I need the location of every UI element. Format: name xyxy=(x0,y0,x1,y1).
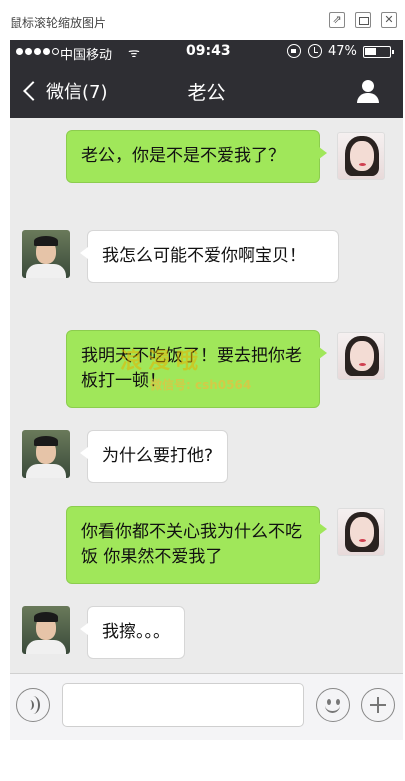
plus-icon[interactable] xyxy=(361,688,395,722)
watermark-text: 浪漫哦 xyxy=(120,349,205,374)
rotation-lock-icon xyxy=(287,44,301,58)
contact-avatar[interactable] xyxy=(22,606,70,654)
popout-icon[interactable]: ⇗ xyxy=(329,12,345,28)
voice-icon[interactable] xyxy=(16,688,50,722)
wifi-icon: ᯤ xyxy=(128,46,140,61)
my-message-bubble[interactable]: 你看你都不关心我为什么不吃饭 你果然不爱我了 xyxy=(66,506,327,584)
close-icon[interactable]: ✕ xyxy=(381,12,397,28)
phone-screen: 中国移动 ᯤ 09:43 47% 微信(7) 老公 老公，你是不是不爱我了？ 我… xyxy=(10,40,403,740)
chat-title: 老公 xyxy=(187,82,226,104)
my-message-bubble[interactable]: 老公，你是不是不爱我了？ xyxy=(66,130,327,183)
battery-percent: 47% xyxy=(328,44,357,59)
battery-icon xyxy=(363,46,394,58)
message-input[interactable] xyxy=(62,683,304,727)
chat-header: 微信(7) 老公 xyxy=(10,64,403,118)
contact-avatar[interactable] xyxy=(22,430,70,478)
contact-message-bubble[interactable]: 为什么要打他? xyxy=(79,430,229,483)
viewer-title: 鼠标滚轮缩放图片 xyxy=(10,16,107,30)
carrier-name: 中国移动 xyxy=(60,48,113,63)
emoji-icon[interactable] xyxy=(316,688,350,722)
contact-avatar[interactable] xyxy=(22,230,70,278)
my-avatar[interactable] xyxy=(337,508,385,556)
my-avatar[interactable] xyxy=(337,132,385,180)
contact-message-bubble[interactable]: 我擦。。。 xyxy=(80,606,185,659)
my-avatar[interactable] xyxy=(337,332,385,380)
profile-icon[interactable] xyxy=(356,80,380,104)
image-viewer-bar: 鼠标滚轮缩放图片 ⇗ ✕ xyxy=(0,0,405,40)
chat-area: 老公，你是不是不爱我了？ 我怎么可能不爱你啊宝贝！ 我明天不吃饭了！要去把你老板… xyxy=(10,118,403,673)
message-input-bar xyxy=(10,673,403,740)
maximize-icon[interactable] xyxy=(355,12,371,28)
watermark-wechat-id: 微信号: csh0564 xyxy=(150,378,252,392)
status-bar: 中国移动 ᯤ 09:43 47% xyxy=(10,40,403,64)
signal-strength-icon xyxy=(16,48,59,55)
status-time: 09:43 xyxy=(186,43,231,59)
contact-message-bubble[interactable]: 我怎么可能不爱你啊宝贝！ xyxy=(80,230,339,283)
alarm-icon xyxy=(308,44,322,58)
